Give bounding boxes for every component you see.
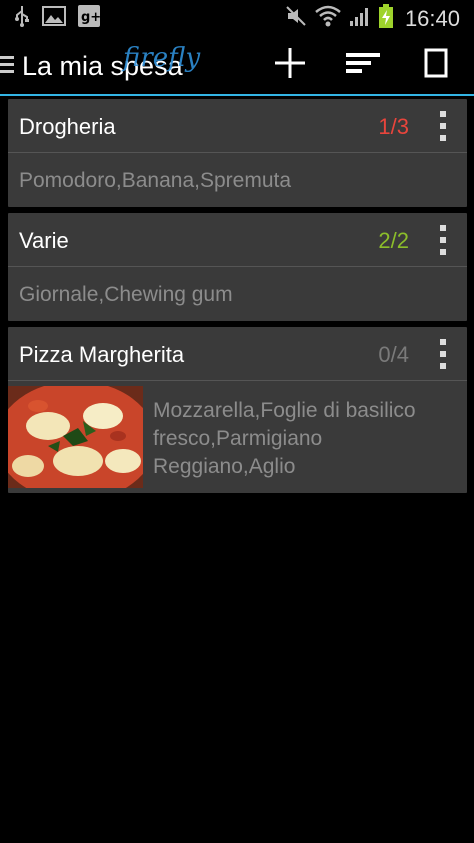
signal-icon [349, 5, 371, 32]
svg-text:g+: g+ [81, 10, 100, 25]
list-items: Pomodoro,Banana,Spremuta [19, 169, 292, 192]
battery-charging-icon [378, 4, 393, 33]
list-card-body: Pomodoro,Banana,Spremuta [8, 153, 467, 207]
sort-icon [346, 51, 380, 80]
add-icon [274, 47, 306, 84]
wifi-icon [315, 5, 341, 32]
list-name: Drogheria [19, 114, 116, 139]
list-card-header: Drogheria 1/3 [8, 99, 467, 153]
image-icon [42, 6, 66, 31]
view-mode-icon [424, 48, 448, 83]
list-card-body: Giornale,Chewing gum [8, 267, 467, 321]
mute-icon [285, 5, 307, 32]
list-count: 2/2 [378, 228, 409, 253]
google-plus-icon: g+ [78, 5, 101, 32]
sort-button[interactable] [341, 45, 385, 85]
usb-icon [14, 5, 30, 32]
overflow-menu-icon[interactable] [433, 111, 453, 141]
list-items: Giornale,Chewing gum [19, 283, 233, 306]
shopping-lists: Drogheria 1/3 Pomodoro,Banana,Spremuta V… [8, 99, 467, 499]
add-button[interactable] [268, 45, 312, 85]
list-card-body: Mozzarella,Foglie di basilico fresco,Par… [8, 381, 467, 493]
list-card-header: Pizza Margherita 0/4 [8, 327, 467, 381]
list-name: Pizza Margherita [19, 342, 185, 367]
action-bar: La mia spesa firefly [0, 33, 474, 96]
overflow-menu-icon[interactable] [433, 339, 453, 369]
list-card-pizza-margherita[interactable]: Pizza Margherita 0/4 Mozzarella,Foglie d… [8, 327, 467, 493]
status-bar: g+ 16:40 [0, 0, 474, 33]
drawer-icon[interactable] [0, 53, 14, 80]
list-name: Varie [19, 228, 69, 253]
list-count: 1/3 [378, 114, 409, 139]
pizza-thumbnail [8, 386, 143, 488]
list-items: Mozzarella,Foglie di basilico fresco,Par… [153, 399, 416, 478]
view-mode-button[interactable] [414, 45, 458, 85]
list-count: 0/4 [378, 342, 409, 367]
clock: 16:40 [404, 5, 460, 31]
list-card-header: Varie 2/2 [8, 213, 467, 267]
brand-logo: firefly [123, 43, 201, 73]
list-card-varie[interactable]: Varie 2/2 Giornale,Chewing gum [8, 213, 467, 321]
list-card-drogheria[interactable]: Drogheria 1/3 Pomodoro,Banana,Spremuta [8, 99, 467, 207]
overflow-menu-icon[interactable] [433, 225, 453, 255]
